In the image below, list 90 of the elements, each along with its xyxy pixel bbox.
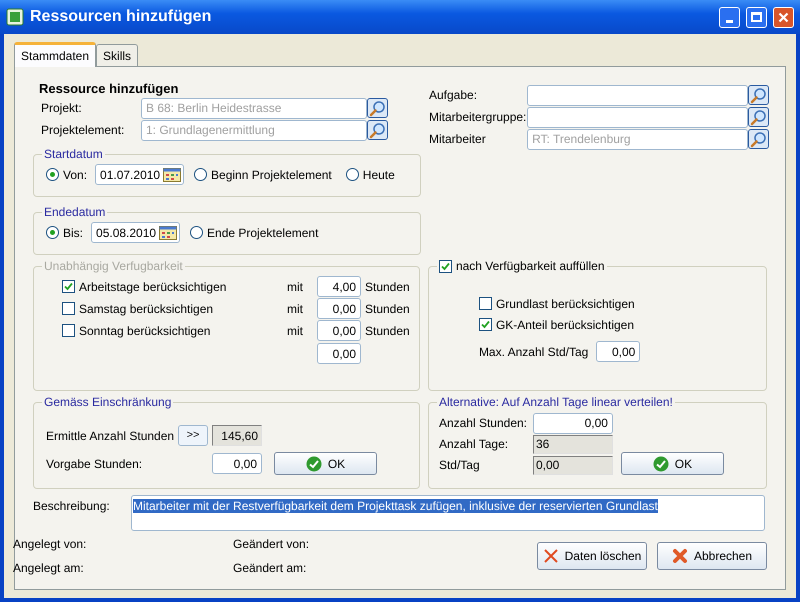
field-label: Max. Anzahl Std/Tag	[478, 344, 588, 360]
section-heading: Ressource hinzufügen	[39, 80, 180, 97]
window-title: Ressourcen hinzufügen	[30, 7, 212, 27]
checkbox-label: Grundlast berücksichtigen	[496, 296, 635, 312]
checkmark-icon	[64, 282, 73, 291]
max-hours-field[interactable]: 0,00	[596, 341, 640, 362]
group-title: Startdatum	[43, 146, 104, 163]
mit-label: mit	[287, 322, 304, 340]
calendar-icon	[163, 168, 182, 182]
checkbox[interactable]	[478, 318, 492, 331]
field-label: Vorgabe Stunden:	[46, 456, 144, 472]
checkbox-label: Samstag berücksichtigen	[79, 300, 214, 318]
radio-label: Von:	[63, 166, 88, 184]
checkbox-label: Sonntag berücksichtigen	[79, 322, 212, 340]
checkmark-icon	[440, 262, 450, 270]
checkmark-icon	[652, 456, 669, 472]
unit-label: Stunden	[365, 322, 410, 340]
search-icon	[750, 130, 767, 148]
tab[interactable]: Stammdaten	[14, 42, 96, 67]
search-button[interactable]	[748, 129, 769, 149]
radio-label: Beginn Projektelement	[211, 166, 332, 184]
search-icon	[369, 122, 386, 138]
close-icon	[542, 548, 559, 564]
unit-label: Stunden	[365, 278, 410, 296]
search-button[interactable]	[367, 120, 388, 140]
meta-label: Geändert von:	[233, 536, 310, 553]
date-field[interactable]: 05.08.2010	[91, 222, 180, 243]
search-icon	[750, 108, 767, 126]
search-icon	[369, 100, 386, 116]
radio-button[interactable]	[46, 226, 59, 239]
checkbox-label: Arbeitstage berücksichtigen	[79, 278, 228, 296]
group-title: Alternative: Auf Anzahl Tage linear verteilen!	[438, 394, 674, 411]
close-icon	[672, 548, 688, 564]
radio-label: Bis:	[63, 224, 84, 242]
input-field[interactable]: 0,00	[212, 453, 262, 474]
field-label: Anzahl Stunden:	[438, 415, 528, 432]
search-button[interactable]	[748, 107, 769, 127]
radio-button[interactable]	[46, 168, 59, 181]
field-label: Mitarbeiter	[429, 131, 487, 148]
mit-label: mit	[287, 278, 304, 296]
field-label: Mitarbeitergruppe:	[429, 109, 528, 126]
group-title: Unabhängig Verfugbarkeit	[43, 258, 184, 275]
ok-button[interactable]: OK	[620, 452, 724, 475]
field-label: Std/Tag	[438, 457, 481, 474]
field-label: Projektelement:	[41, 122, 126, 139]
maximize-button[interactable]	[746, 6, 767, 28]
close-button[interactable]	[773, 6, 794, 28]
radio-button[interactable]	[346, 168, 359, 181]
meta-label: Angelegt von:	[13, 536, 88, 553]
input-field[interactable]	[527, 84, 748, 106]
mit-label: mit	[287, 300, 304, 318]
search-icon	[750, 86, 767, 104]
input-field[interactable]: 0,00	[532, 412, 613, 434]
field-label: Beschreibung:	[32, 498, 111, 515]
readonly-field: 36	[532, 434, 613, 454]
readonly-field: 0,00	[532, 456, 613, 474]
group-title: Endedatum	[43, 204, 106, 221]
meta-label: Angelegt am:	[13, 560, 85, 577]
minimize-button[interactable]	[719, 6, 740, 28]
checkbox-label: GK-Anteil berücksichtigen	[496, 316, 634, 334]
app-icon	[6, 8, 24, 26]
delete-button[interactable]: Daten löschen	[537, 542, 647, 570]
radio-label: Ende Projektelement	[207, 224, 318, 242]
checkbox-label: nach Verfügbarkeit auffüllen	[456, 258, 604, 275]
close-icon	[778, 12, 789, 22]
radio-button[interactable]	[190, 226, 204, 239]
radio-label: Heute	[362, 166, 395, 184]
field-label: Anzahl Tage:	[438, 436, 510, 453]
checkbox[interactable]	[438, 260, 452, 272]
result-field: 145,60	[212, 425, 262, 446]
input-field[interactable]	[527, 106, 748, 128]
description-field[interactable]: Mitarbeiter mit der Restverfügbarkeit dem Projekttask zufügen, inklusive der reservierten Grundlast	[131, 495, 765, 531]
search-button[interactable]	[367, 98, 388, 118]
group-title: Gemäss Einschränkung	[43, 394, 172, 411]
calendar-icon	[159, 226, 178, 240]
field-label: Ermittle Anzahl Stunden	[46, 428, 176, 444]
tab[interactable]: Skills	[96, 44, 138, 66]
search-button[interactable]	[748, 85, 769, 105]
ok-button[interactable]: OK	[274, 452, 377, 475]
cancel-button[interactable]: Abbrechen	[657, 542, 767, 570]
checkmark-icon	[480, 320, 490, 329]
checkmark-icon	[306, 456, 322, 472]
meta-label: Geändert am:	[233, 560, 308, 577]
checkbox[interactable]	[478, 297, 492, 310]
field-label: Aufgabe:	[429, 87, 478, 104]
radio-button[interactable]	[194, 168, 208, 181]
date-field[interactable]: 01.07.2010	[95, 164, 184, 185]
unit-label: Stunden	[365, 300, 410, 318]
field-label: Projekt:	[41, 100, 83, 117]
calculate-button[interactable]: >>	[178, 425, 208, 446]
